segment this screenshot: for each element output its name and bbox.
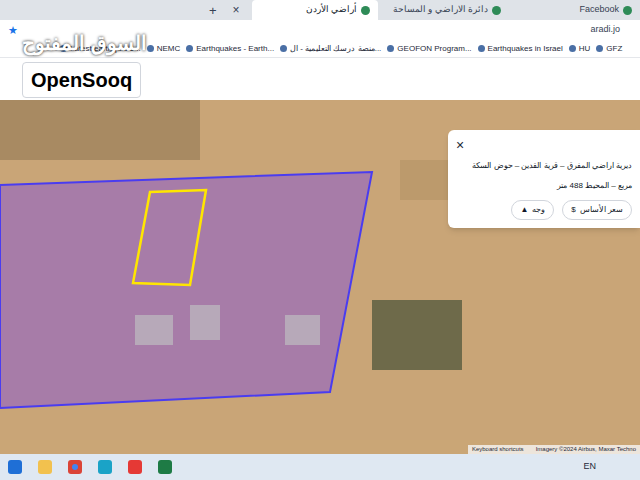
browser-tab[interactable]: Facebook bbox=[513, 0, 640, 20]
taskbar: EN bbox=[0, 454, 640, 480]
tab-label: دائرة الاراضي و المساحة bbox=[393, 3, 489, 17]
bookmark-favicon-icon bbox=[147, 45, 154, 52]
language-indicator[interactable]: EN bbox=[583, 460, 636, 474]
bookmark[interactable]: منصة درسك التعليمية - ال... bbox=[280, 43, 381, 55]
excel-icon[interactable] bbox=[154, 456, 176, 478]
selected-parcel bbox=[133, 190, 206, 285]
tab-favicon-icon bbox=[361, 6, 370, 15]
tab-favicon-icon bbox=[623, 6, 632, 15]
bookmark-favicon-icon bbox=[569, 45, 576, 52]
imagery-attribution: Imagery ©2024 Airbus, Maxar Techno bbox=[536, 445, 636, 454]
map[interactable]: × ديرية اراضي المفرق – قرية القدين – حوض … bbox=[0, 100, 640, 454]
file-explorer-icon bbox=[37, 459, 53, 475]
bookmark[interactable]: GEOFON Program... bbox=[387, 43, 471, 55]
edge-icon[interactable] bbox=[94, 456, 116, 478]
bookmark-favicon-icon bbox=[387, 45, 394, 52]
watermark-logo: OpenSooq bbox=[22, 62, 141, 98]
browser-tab[interactable]: دائرة الاراضي و المساحة bbox=[382, 0, 509, 20]
close-tab-button[interactable]: × bbox=[225, 4, 248, 16]
popup-button[interactable]: وجه▲ bbox=[511, 200, 554, 220]
new-tab-button[interactable]: + bbox=[205, 4, 221, 17]
popup-measures: مربع – المحيط 488 متر bbox=[456, 180, 632, 192]
wps-icon bbox=[127, 459, 143, 475]
tab-strip: + × أراضي الأردن دائرة الاراضي و المساحة Fac… bbox=[0, 0, 640, 20]
land-basin-polygon bbox=[0, 172, 372, 408]
tab-label: Facebook bbox=[579, 3, 619, 17]
parcel-popup: × ديرية اراضي المفرق – قرية القدين – حوض … bbox=[448, 130, 640, 228]
bookmark-star-icon[interactable]: ★ bbox=[8, 22, 18, 39]
popup-location: ديرية اراضي المفرق – قرية القدين – حوض ا… bbox=[456, 160, 632, 172]
map-footer: Keyboard shortcuts Imagery ©2024 Airbus, … bbox=[468, 445, 640, 454]
watermark-arabic: السوق المفتوح bbox=[22, 28, 147, 58]
wps-icon[interactable] bbox=[124, 456, 146, 478]
bookmark-favicon-icon bbox=[596, 45, 603, 52]
bookmark[interactable]: NEMC bbox=[147, 43, 181, 55]
watermark: السوق المفتوح OpenSooq bbox=[22, 28, 147, 98]
tab-label: أراضي الأردن bbox=[306, 3, 358, 17]
bookmark-favicon-icon bbox=[478, 45, 485, 52]
start-icon bbox=[7, 459, 23, 475]
screen: + × أراضي الأردن دائرة الاراضي و المساحة Fac… bbox=[0, 0, 640, 480]
keyboard-shortcuts-link[interactable]: Keyboard shortcuts bbox=[472, 445, 524, 454]
bookmark-favicon-icon bbox=[186, 45, 193, 52]
chrome-icon bbox=[67, 459, 83, 475]
tab-favicon-icon bbox=[492, 6, 501, 15]
bookmark[interactable]: HU bbox=[569, 43, 591, 55]
bookmark[interactable]: GFZ bbox=[596, 43, 622, 55]
start-icon[interactable] bbox=[4, 456, 26, 478]
bookmark-favicon-icon bbox=[280, 45, 287, 52]
edge-icon bbox=[97, 459, 113, 475]
excel-icon bbox=[157, 459, 173, 475]
popup-button[interactable]: سعر الأساس$ bbox=[562, 200, 632, 220]
popup-close-button[interactable]: × bbox=[456, 138, 464, 152]
popup-buttons: سعر الأساس$ وجه▲ bbox=[456, 200, 632, 220]
address-field[interactable]: aradi.jo bbox=[590, 23, 632, 37]
bookmark[interactable]: Earthquakes - Earth... bbox=[186, 43, 274, 55]
file-explorer-icon[interactable] bbox=[34, 456, 56, 478]
chrome-icon[interactable] bbox=[64, 456, 86, 478]
browser-tab[interactable]: أراضي الأردن bbox=[252, 0, 379, 20]
bookmark[interactable]: Earthquakes in Israel bbox=[478, 43, 563, 55]
